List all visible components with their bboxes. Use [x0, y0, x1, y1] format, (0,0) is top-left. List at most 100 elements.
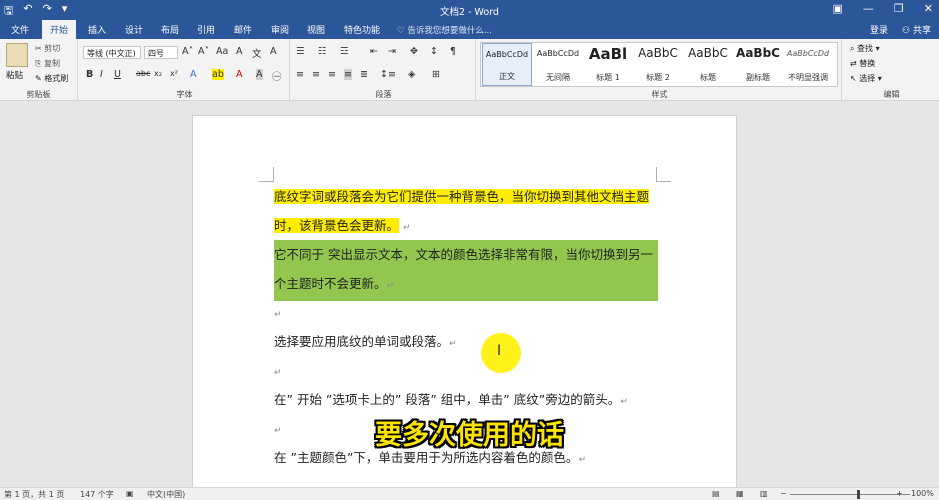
line-spacing-icon[interactable]: ↕≡ — [380, 69, 396, 80]
paragraph-group: ☰ ☷ ☲ ⇤ ⇥ ✥ ↕ ¶ ≡ ≡ ≡ ≡ ≣ ↕≡ ◈ ⊞ 段落 — [292, 39, 476, 101]
bold-icon[interactable]: B — [86, 69, 93, 80]
character-border-icon[interactable]: A — [270, 46, 277, 57]
tab-insert[interactable]: 插入 — [88, 23, 106, 36]
style-heading-2[interactable]: AaBbC 标题 2 — [633, 43, 683, 86]
language-indicator[interactable]: 中文(中国) — [147, 489, 185, 500]
increase-indent-icon[interactable]: ⇥ — [388, 46, 396, 57]
justify-icon[interactable]: ≡ — [344, 69, 352, 80]
character-shading-icon[interactable]: A — [256, 69, 263, 80]
page-count[interactable]: 第 1 页，共 1 页 — [4, 489, 64, 500]
phonetic-guide-icon[interactable]: 文 — [252, 46, 262, 60]
font-color-icon[interactable]: A — [236, 69, 243, 80]
ribbon: 粘贴 ✂ 剪切 ⎘ 复制 ✎ 格式刷 剪贴板 等线 (中文正) 四号 A˄ A˅… — [0, 39, 939, 101]
account-area: 登录 ⚇ 共享 — [870, 23, 931, 36]
ribbon-display-icon[interactable]: ▣ — [833, 2, 843, 15]
copy-icon: ⎘ — [35, 59, 44, 68]
ibeam-cursor-icon: I — [497, 343, 502, 359]
chinese-layout-icon[interactable]: ✥ — [410, 46, 418, 57]
show-marks-icon[interactable]: ¶ — [450, 46, 456, 57]
underline-icon[interactable]: U — [114, 69, 121, 80]
styles-group-label: 样式 — [651, 90, 668, 99]
font-group-label: 字体 — [176, 90, 193, 99]
style-normal[interactable]: AaBbCcDd 正文 — [482, 43, 532, 86]
paste-icon[interactable] — [6, 43, 28, 67]
align-center-icon[interactable]: ≡ — [312, 69, 320, 80]
proofing-icon[interactable]: ▣ — [126, 489, 134, 498]
tell-me-search[interactable]: ♡ 告诉我您想要做什么... — [397, 24, 492, 36]
enclose-characters-icon[interactable]: ㊀ — [272, 69, 282, 83]
zoom-in-button[interactable]: + — [896, 489, 903, 498]
empty-paragraph[interactable]: ↵ — [274, 356, 658, 388]
replace-button[interactable]: ⇄ 替换 — [850, 58, 875, 69]
borders-icon[interactable]: ⊞ — [432, 69, 440, 80]
clear-formatting-icon[interactable]: A — [236, 46, 243, 57]
status-bar: 第 1 页，共 1 页 147 个字 ▣ 中文(中国) ▤ ▦ ▥ − + 10… — [0, 487, 939, 500]
tab-view[interactable]: 视图 — [307, 23, 325, 36]
zoom-out-button[interactable]: − — [780, 489, 787, 498]
sort-icon[interactable]: ↕ — [430, 46, 438, 57]
grow-font-icon[interactable]: A˄ — [182, 46, 193, 57]
font-size-combo[interactable]: 四号 — [144, 46, 178, 59]
cursor-icon: ↖ — [850, 74, 860, 83]
crop-mark — [656, 167, 657, 181]
decrease-indent-icon[interactable]: ⇤ — [370, 46, 378, 57]
zoom-slider[interactable] — [790, 494, 910, 495]
align-left-icon[interactable]: ≡ — [296, 69, 304, 80]
copy-button[interactable]: ⎘ 复制 — [35, 58, 60, 69]
styles-gallery: AaBbCcDd 正文 AaBbCcDd 无间隔 AaBl 标题 1 AaBbC… — [480, 42, 838, 87]
cut-button[interactable]: ✂ 剪切 — [35, 43, 60, 54]
font-name-combo[interactable]: 等线 (中文正) — [83, 46, 141, 59]
strikethrough-icon[interactable]: abc — [136, 69, 150, 78]
share-icon: ⚇ — [902, 26, 913, 36]
web-layout-icon[interactable]: ▥ — [760, 489, 768, 498]
text-effects-icon[interactable]: A — [190, 69, 197, 80]
bullets-icon[interactable]: ☰ — [296, 46, 305, 57]
clipboard-group-label: 剪贴板 — [26, 90, 51, 99]
style-subtitle[interactable]: AaBbC 副标题 — [733, 43, 783, 86]
tab-review[interactable]: 审阅 — [271, 23, 289, 36]
style-no-spacing[interactable]: AaBbCcDd 无间隔 — [533, 43, 583, 86]
paragraph-select-text[interactable]: 选择要应用底纹的单词或段落。↵ — [274, 327, 658, 359]
zoom-slider-thumb[interactable] — [857, 490, 860, 499]
read-mode-icon[interactable]: ▤ — [712, 489, 720, 498]
change-case-icon[interactable]: Aa — [216, 46, 228, 57]
align-right-icon[interactable]: ≡ — [328, 69, 336, 80]
italic-icon[interactable]: I — [100, 69, 103, 80]
sign-in-link[interactable]: 登录 — [870, 23, 888, 36]
tab-file[interactable]: 文件 — [11, 23, 29, 36]
shading-icon[interactable]: ◈ — [408, 69, 415, 80]
style-title[interactable]: AaBbC 标题 — [683, 43, 733, 86]
paragraph-highlighted[interactable]: 底纹字词或段落会为它们提供一种背景色，当你切换到其他文档主题时，该背景色会更新。… — [274, 182, 658, 243]
paragraph-shaded[interactable]: 它不同于 突出显示文本，文本的颜色选择非常有限，当你切换到另一个主题时不会更新。… — [274, 240, 658, 301]
replace-icon: ⇄ — [850, 59, 860, 68]
tab-layout[interactable]: 布局 — [161, 23, 179, 36]
word-count[interactable]: 147 个字 — [80, 489, 114, 500]
highlight-color-icon[interactable]: ab — [212, 69, 224, 80]
style-subtle-emphasis[interactable]: AaBbCcDd 不明显强调 — [783, 43, 833, 86]
multilevel-list-icon[interactable]: ☲ — [340, 46, 349, 57]
distributed-icon[interactable]: ≣ — [360, 69, 368, 80]
tab-special[interactable]: 特色功能 — [344, 23, 380, 36]
restore-icon[interactable]: ❐ — [894, 2, 904, 15]
numbering-icon[interactable]: ☷ — [318, 46, 327, 57]
window-controls: ▣ — ❐ ✕ — [833, 2, 934, 15]
style-heading-1[interactable]: AaBl 标题 1 — [583, 43, 633, 86]
share-button[interactable]: ⚇ 共享 — [902, 23, 931, 36]
editing-group: ⌕ 查找 ▾ ⇄ 替换 ↖ 选择 ▾ 编辑 — [844, 39, 939, 101]
find-button[interactable]: ⌕ 查找 ▾ — [850, 43, 880, 54]
tab-home[interactable]: 开始 — [42, 20, 77, 39]
paste-button[interactable]: 粘贴 — [6, 69, 23, 81]
select-button[interactable]: ↖ 选择 ▾ — [850, 73, 882, 84]
format-painter-button[interactable]: ✎ 格式刷 — [35, 73, 68, 84]
empty-paragraph[interactable]: ↵ — [274, 298, 658, 330]
zoom-level[interactable]: 100% — [911, 489, 934, 498]
tab-references[interactable]: 引用 — [197, 23, 215, 36]
minimize-icon[interactable]: — — [863, 2, 874, 15]
print-layout-icon[interactable]: ▦ — [736, 489, 744, 498]
subscript-icon[interactable]: x₂ — [154, 69, 162, 78]
tab-design[interactable]: 设计 — [125, 23, 143, 36]
close-icon[interactable]: ✕ — [924, 2, 933, 15]
shrink-font-icon[interactable]: A˅ — [198, 46, 209, 57]
superscript-icon[interactable]: x² — [170, 69, 178, 78]
tab-mailings[interactable]: 邮件 — [234, 23, 252, 36]
